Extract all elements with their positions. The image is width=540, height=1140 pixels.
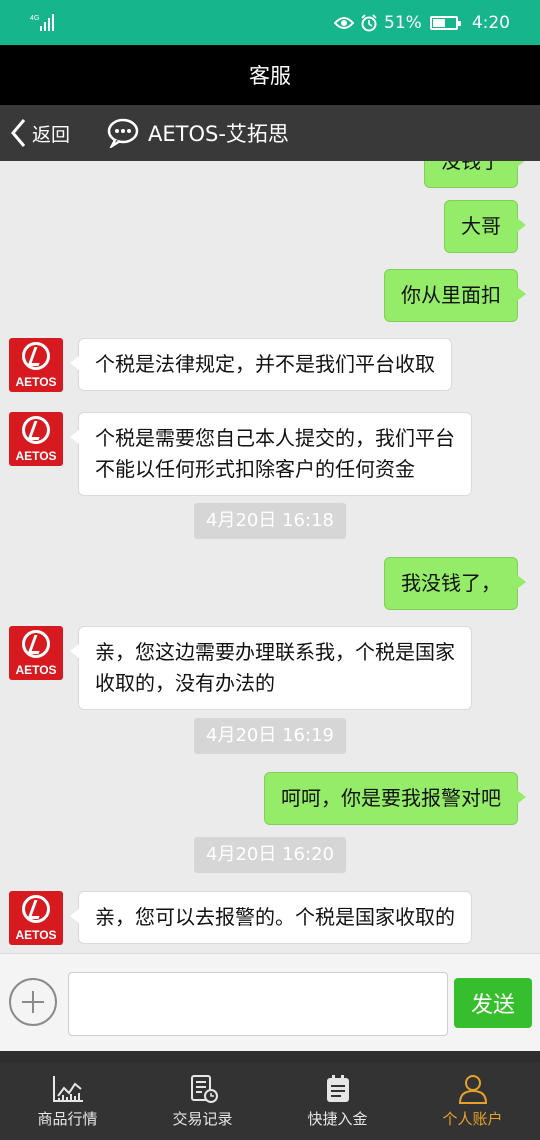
message-text: 呵呵，你是要我报警对吧 xyxy=(281,786,501,810)
message-bubble-incoming[interactable]: 个税是法律规定，并不是我们平台收取 xyxy=(70,338,452,391)
avatar-brand: AETOS xyxy=(15,375,57,389)
avatar[interactable]: AETOS xyxy=(9,891,63,945)
message-bubble-incoming[interactable]: 亲，您可以去报警的。个税是国家收取的 xyxy=(70,891,472,944)
nav-label: 交易记录 xyxy=(172,1110,233,1128)
message-bubble-outgoing[interactable]: 你从里面扣 xyxy=(384,269,526,322)
user-icon xyxy=(458,1075,487,1104)
alarm-icon xyxy=(361,13,377,31)
contact-name: AETOS-艾拓思 xyxy=(148,122,289,146)
message-text-line: 个税是需要您自己本人提交的，我们平台 xyxy=(95,426,455,450)
timestamp: 4月20日 16:18 xyxy=(194,503,346,539)
timestamp: 4月20日 16:20 xyxy=(194,837,346,873)
message-text-line: 收取的，没有办法的 xyxy=(95,671,275,695)
chat-header: 返回 AETOS-艾拓思 xyxy=(0,105,540,161)
nav-label: 快捷入金 xyxy=(307,1110,368,1128)
eye-icon xyxy=(334,16,355,29)
message-bubble-incoming[interactable]: 个税是需要您自己本人提交的，我们平台 不能以任何形式扣除客户的任何资金 xyxy=(70,412,472,496)
message-bubble-outgoing[interactable]: 我没钱了， xyxy=(384,557,526,610)
status-bar: 4G 51% 4:20 xyxy=(0,0,540,45)
battery-level-fill xyxy=(432,18,446,27)
avatar-brand: AETOS xyxy=(15,449,57,463)
title-bar: 客服 xyxy=(0,45,540,105)
logo-mark xyxy=(22,895,50,923)
message-bubble-outgoing[interactable]: 没钱了 xyxy=(424,161,526,188)
message-text-line: 亲，您这边需要办理联系我，个税是国家 xyxy=(95,640,455,664)
message-text-line: 不能以任何形式扣除客户的任何资金 xyxy=(95,457,415,481)
nav-label: 个人账户 xyxy=(442,1110,503,1128)
chevron-left-icon xyxy=(11,119,26,147)
message-input[interactable] xyxy=(68,972,448,1036)
message-bubble-outgoing[interactable]: 大哥 xyxy=(444,200,526,253)
back-button[interactable]: 返回 xyxy=(8,105,70,161)
message-text: 个税是法律规定，并不是我们平台收取 xyxy=(95,352,435,376)
logo-mark xyxy=(22,416,50,444)
message-text: 大哥 xyxy=(461,214,501,238)
logo-mark xyxy=(22,630,50,658)
bottom-nav: 商品行情 交易记录 快捷入金 个人账户 xyxy=(0,1063,540,1140)
message-text: 没钱了 xyxy=(441,161,501,173)
chat-bubble-icon xyxy=(107,118,139,148)
avatar[interactable]: AETOS xyxy=(9,626,63,680)
input-bar: 发送 xyxy=(0,953,540,1051)
market-chart-icon xyxy=(52,1076,83,1102)
nav-divider xyxy=(0,1051,540,1063)
logo-mark xyxy=(22,342,50,370)
nav-item-account[interactable]: 个人账户 xyxy=(405,1063,540,1140)
nav-item-deposit[interactable]: 快捷入金 xyxy=(270,1063,405,1140)
nav-item-market[interactable]: 商品行情 xyxy=(0,1063,135,1140)
page-title: 客服 xyxy=(249,64,291,88)
battery-percent: 51% xyxy=(384,12,422,33)
avatar[interactable]: AETOS xyxy=(9,412,63,466)
message-list[interactable]: 没钱了 大哥 你从里面扣 AETOS 个税是法律规定，并不是我们平台收取 AET… xyxy=(0,161,540,953)
battery-icon xyxy=(429,15,461,30)
message-text: 你从里面扣 xyxy=(401,283,501,307)
message-bubble-incoming[interactable]: 亲，您这边需要办理联系我，个税是国家 收取的，没有办法的 xyxy=(70,626,472,710)
message-text: 我没钱了， xyxy=(401,571,501,595)
signal-icon: 4G xyxy=(30,14,54,31)
nav-item-records[interactable]: 交易记录 xyxy=(135,1063,270,1140)
message-text: 亲，您可以去报警的。个税是国家收取的 xyxy=(95,905,455,929)
network-type-label: 4G xyxy=(30,15,39,22)
avatar[interactable]: AETOS xyxy=(9,338,63,392)
add-attachment-button[interactable] xyxy=(9,978,57,1026)
contact-title: AETOS-艾拓思 xyxy=(106,105,289,161)
back-label: 返回 xyxy=(32,123,71,146)
records-icon xyxy=(190,1075,218,1103)
clock: 4:20 xyxy=(471,12,510,33)
timestamp: 4月20日 16:19 xyxy=(194,718,346,754)
nav-label: 商品行情 xyxy=(37,1110,98,1128)
avatar-brand: AETOS xyxy=(15,663,57,677)
deposit-icon xyxy=(326,1075,349,1102)
send-button[interactable]: 发送 xyxy=(454,978,532,1028)
avatar-brand: AETOS xyxy=(15,928,57,942)
message-bubble-outgoing[interactable]: 呵呵，你是要我报警对吧 xyxy=(264,772,526,825)
